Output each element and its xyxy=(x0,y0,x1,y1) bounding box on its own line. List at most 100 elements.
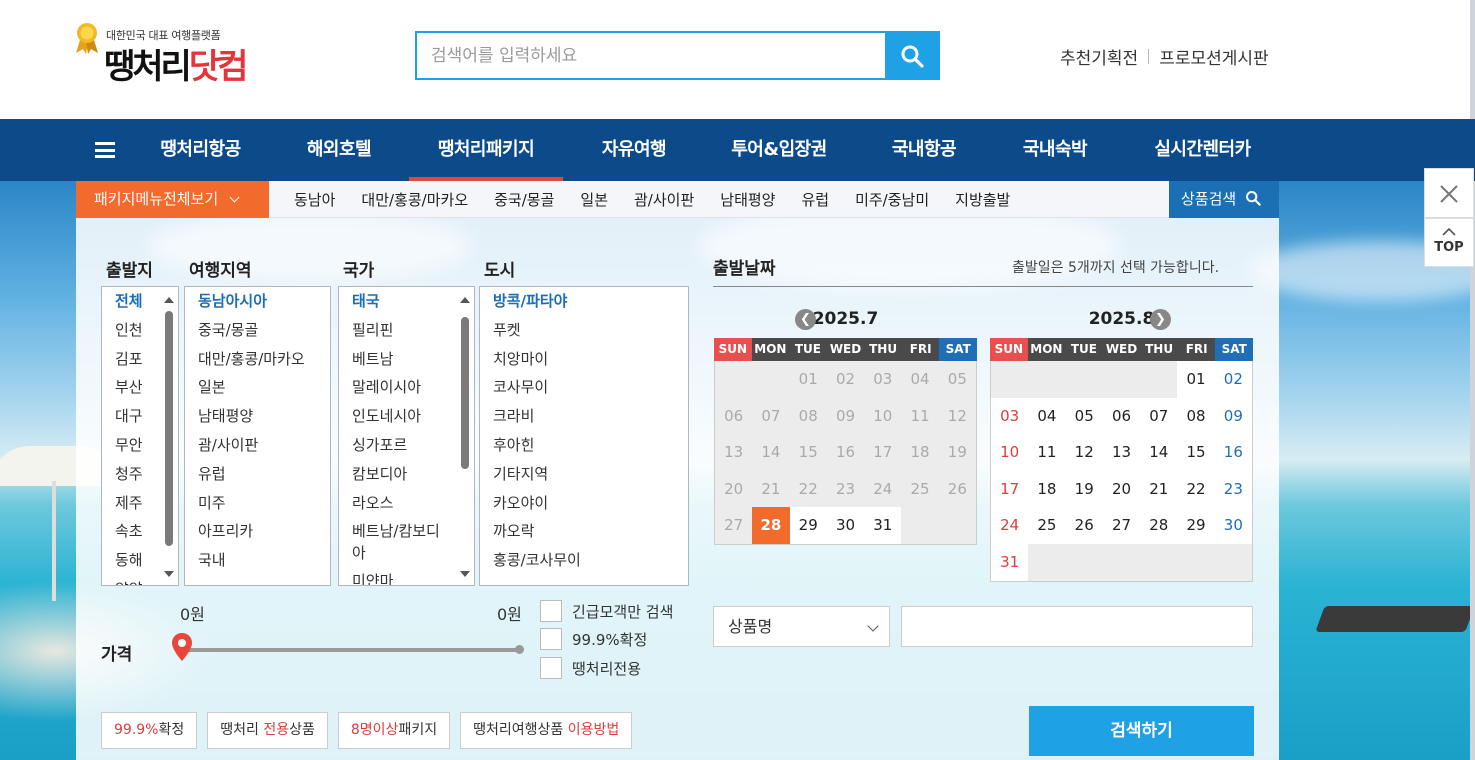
calendar-day[interactable]: 29 xyxy=(1177,507,1215,544)
product-search-button[interactable]: 상품검색 xyxy=(1169,181,1279,218)
city-list[interactable]: 방콕/파타야 푸켓 치앙마이 코사무이 크라비 후아힌 기타지역 카오야이 까오락 홍콩/코사무이 xyxy=(479,286,689,586)
page-scrollbar[interactable] xyxy=(1470,0,1475,760)
subnav-link[interactable]: 일본 xyxy=(580,189,608,210)
list-item[interactable]: 카오야이 xyxy=(480,489,688,518)
calendar-day[interactable]: 08 xyxy=(1177,397,1215,435)
calendar-day[interactable]: 26 xyxy=(1065,507,1103,544)
hamburger-menu-icon[interactable] xyxy=(95,142,115,158)
calendar-day[interactable]: 13 xyxy=(1102,434,1141,471)
subnav-link[interactable]: 유럽 xyxy=(801,189,829,210)
subnav-link[interactable]: 대만/홍콩/마카오 xyxy=(361,189,468,210)
subnav-link[interactable]: 미주/중남미 xyxy=(855,189,929,210)
calendar-day[interactable]: 14 xyxy=(1140,434,1178,471)
list-item[interactable]: 치앙마이 xyxy=(480,345,688,374)
list-item[interactable]: 남태평양 xyxy=(185,402,330,431)
list-item[interactable]: 필리핀 xyxy=(339,316,474,345)
list-item[interactable]: 푸켓 xyxy=(480,316,688,345)
calendar-day[interactable]: 10 xyxy=(991,434,1029,471)
list-item[interactable]: 중국/몽골 xyxy=(185,316,330,345)
list-item[interactable]: 말레이시아 xyxy=(339,373,474,402)
list-item[interactable]: 베트남 xyxy=(339,345,474,374)
calendar-day[interactable]: 28 xyxy=(752,507,790,544)
chip-how-to-use[interactable]: 땡처리여행상품 이용방법 xyxy=(460,712,633,749)
list-item[interactable]: 괌/사이판 xyxy=(185,431,330,460)
calendar-day[interactable]: 06 xyxy=(1102,397,1141,435)
scroll-top-button[interactable]: TOP xyxy=(1424,218,1474,267)
list-item[interactable]: 국내 xyxy=(185,546,330,575)
calendar-day[interactable]: 05 xyxy=(1065,397,1103,435)
list-item[interactable]: 유럽 xyxy=(185,460,330,489)
calendar-day[interactable]: 11 xyxy=(1028,434,1066,471)
list-item[interactable]: 미얀마 xyxy=(339,567,474,585)
chip-group-package[interactable]: 8명이상패키지 xyxy=(337,712,451,749)
exclusive-checkbox[interactable]: 땡처리전용 xyxy=(540,657,641,679)
list-item[interactable]: 크라비 xyxy=(480,402,688,431)
checkbox[interactable] xyxy=(540,657,562,679)
price-slider[interactable] xyxy=(181,648,521,652)
chevron-right-icon[interactable]: ❯ xyxy=(1150,309,1171,330)
price-slider-handle-max[interactable] xyxy=(515,645,524,654)
calendar-day[interactable]: 27 xyxy=(1102,507,1141,544)
calendar-day[interactable]: 04 xyxy=(1028,397,1066,435)
calendar-day[interactable]: 31 xyxy=(864,507,902,544)
nav-item-tours[interactable]: 투어&입장권 xyxy=(718,119,840,181)
chevron-left-icon[interactable]: ❮ xyxy=(795,309,816,330)
calendar-day[interactable]: 24 xyxy=(991,507,1029,544)
departure-list[interactable]: 전체인천김포부산대구무안청주제주속초동해양양 xyxy=(101,286,179,586)
confirmed-checkbox[interactable]: 99.9%확정 xyxy=(540,628,647,650)
checkbox[interactable] xyxy=(540,600,562,622)
calendar-day[interactable]: 03 xyxy=(991,397,1029,435)
nav-item-flights[interactable]: 땡처리항공 xyxy=(148,119,253,181)
list-item[interactable]: 대만/홍콩/마카오 xyxy=(185,345,330,374)
region-list[interactable]: 동남아시아 중국/몽골 대만/홍콩/마카오 일본 남태평양 괌/사이판 유럽 미주 아프리카 국내 xyxy=(184,286,331,586)
subnav-link[interactable]: 지방출발 xyxy=(955,189,1010,210)
close-button[interactable] xyxy=(1424,168,1474,218)
chip-exclusive[interactable]: 땡처리 전용상품 xyxy=(207,712,328,749)
list-item[interactable]: 기타지역 xyxy=(480,460,688,489)
calendar-day[interactable]: 18 xyxy=(1028,470,1066,508)
calendar-day[interactable]: 29 xyxy=(789,507,827,544)
calendar-day[interactable]: 30 xyxy=(1214,507,1252,544)
list-item[interactable]: 방콕/파타야 xyxy=(480,287,688,316)
product-type-select[interactable]: 상품명 xyxy=(713,606,890,647)
subnav-link[interactable]: 동남아 xyxy=(294,189,335,210)
link-recommended-promo[interactable]: 추천기획전 xyxy=(1060,44,1138,69)
nav-item-domestic-flights[interactable]: 국내항공 xyxy=(876,119,972,181)
list-item[interactable]: 라오스 xyxy=(339,489,474,518)
subnav-link[interactable]: 중국/몽골 xyxy=(494,189,554,210)
subnav-link[interactable]: 남태평양 xyxy=(720,189,775,210)
search-button[interactable] xyxy=(885,33,938,78)
calendar-day[interactable]: 15 xyxy=(1177,434,1215,471)
list-item[interactable]: 태국 xyxy=(339,287,474,316)
checkbox[interactable] xyxy=(540,628,562,650)
urgent-only-checkbox[interactable]: 긴급모객만 검색 xyxy=(540,600,673,622)
list-scrollbar[interactable] xyxy=(458,287,472,585)
chip-confirmed[interactable]: 99.9%확정 xyxy=(101,712,198,749)
list-item[interactable]: 코사무이 xyxy=(480,373,688,402)
list-item[interactable]: 미주 xyxy=(185,489,330,518)
list-item[interactable]: 싱가포르 xyxy=(339,431,474,460)
calendar-day[interactable]: 02 xyxy=(1214,361,1252,398)
calendar-day[interactable]: 20 xyxy=(1102,470,1141,508)
site-logo[interactable]: 대한민국 대표 여행플랫폼 땡처리닷컴 xyxy=(74,20,284,100)
list-item[interactable]: 홍콩/코사무이 xyxy=(480,546,688,575)
list-item[interactable]: 아프리카 xyxy=(185,517,330,546)
nav-item-free-travel[interactable]: 자유여행 xyxy=(588,119,680,181)
calendar-day[interactable]: 21 xyxy=(1140,470,1178,508)
calendar-day[interactable]: 25 xyxy=(1028,507,1066,544)
location-pin-icon[interactable] xyxy=(171,632,193,662)
list-item[interactable]: 까오락 xyxy=(480,517,688,546)
calendar-day[interactable]: 23 xyxy=(1214,470,1252,508)
calendar-day[interactable]: 22 xyxy=(1177,470,1215,508)
nav-item-rentcar[interactable]: 실시간렌터카 xyxy=(1140,119,1265,181)
calendar-day[interactable]: 01 xyxy=(1177,361,1215,398)
nav-item-hotels[interactable]: 해외호텔 xyxy=(288,119,390,181)
calendar-day[interactable]: 12 xyxy=(1065,434,1103,471)
search-input[interactable] xyxy=(417,33,885,78)
list-item[interactable]: 인도네시아 xyxy=(339,402,474,431)
calendar-day[interactable]: 16 xyxy=(1214,434,1252,471)
package-menu-all-button[interactable]: 패키지메뉴전체보기 xyxy=(76,181,269,218)
calendar-day[interactable]: 09 xyxy=(1214,397,1252,435)
list-item[interactable]: 동남아시아 xyxy=(185,287,330,316)
calendar-day[interactable]: 28 xyxy=(1140,507,1178,544)
